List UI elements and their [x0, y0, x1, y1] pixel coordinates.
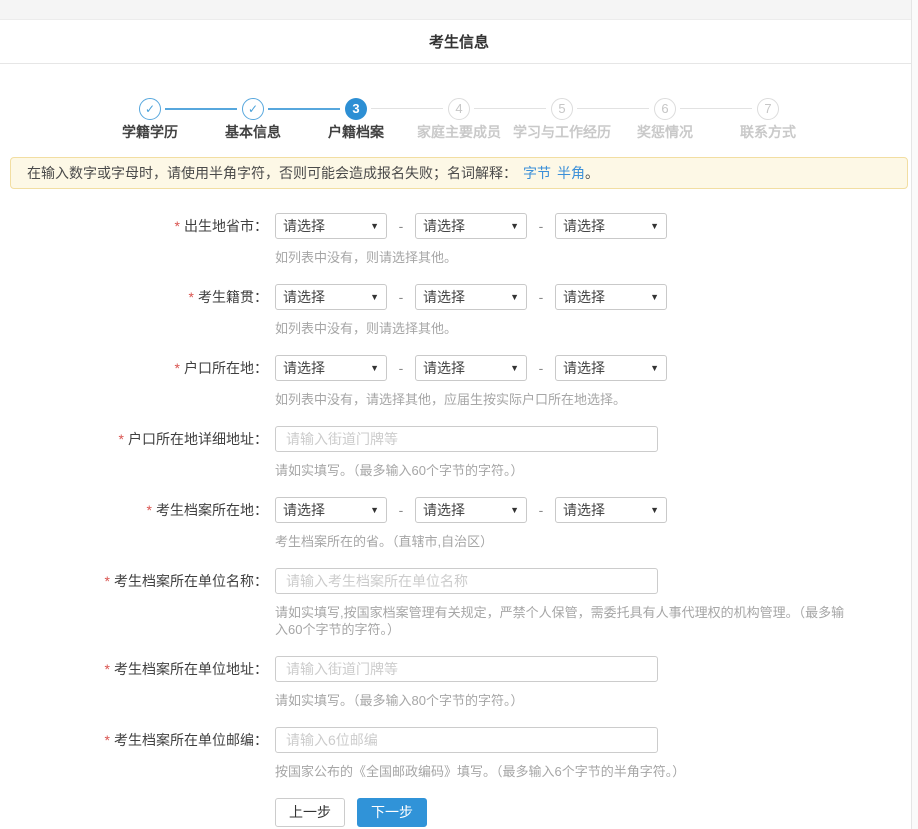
stepper-step-1: ✓ 学籍学历: [99, 98, 202, 141]
household-address-input[interactable]: [275, 426, 658, 452]
stepper-step-2: ✓ 基本信息: [165, 98, 305, 141]
native-place-select-2[interactable]: 请选择: [415, 284, 527, 310]
birthplace-select-2[interactable]: 请选择: [415, 213, 527, 239]
archive-location-select-3[interactable]: 请选择: [555, 497, 667, 523]
notice-banner: 在输入数字或字母时，请使用半角字符，否则可能会造成报名失败；名词解释： 字节 半角。: [10, 157, 908, 189]
field-label: * 户口所在地详细地址：: [118, 431, 268, 447]
household-archive-form: * 出生地省市： 请选择 ▼ - 请选择 ▼ - 请选择 ▼ 如列表中没有，则请选…: [0, 213, 918, 780]
step-label: 户籍档案: [328, 124, 384, 140]
select-separator: -: [398, 360, 404, 376]
next-step-button[interactable]: 下一步: [357, 798, 427, 827]
step-circle: 7: [757, 98, 779, 120]
select-separator: -: [398, 218, 404, 234]
prev-step-button[interactable]: 上一步: [275, 798, 345, 827]
household-location-select-3[interactable]: 请选择: [555, 355, 667, 381]
step-connector-line: [680, 108, 752, 109]
required-asterisk: *: [174, 360, 180, 376]
form-row-archive-location: * 考生档案所在地： 请选择 ▼ - 请选择 ▼ - 请选择 ▼ 考生档案所在的省…: [0, 497, 918, 550]
select-separator: -: [538, 502, 544, 518]
field-label: * 出生地省市：: [174, 218, 268, 234]
select-separator: -: [538, 218, 544, 234]
step-label: 奖惩情况: [637, 124, 693, 140]
form-row-household-location: * 户口所在地： 请选择 ▼ - 请选择 ▼ - 请选择 ▼ 如列表中没有，请选择…: [0, 355, 918, 408]
step-connector-line: [371, 108, 443, 109]
required-asterisk: *: [104, 573, 110, 589]
form-row-archive-unit-postcode: *考生档案所在单位邮编： 按国家公布的《全国邮政编码》填写。（最多输入6个字节的…: [0, 727, 918, 780]
step-circle: 6: [654, 98, 676, 120]
step-connector-line: [474, 108, 546, 109]
required-asterisk: *: [188, 289, 194, 305]
household-location-select-2[interactable]: 请选择: [415, 355, 527, 381]
step-label: 基本信息: [225, 124, 281, 140]
form-row-household-address: *户口所在地详细地址： 请如实填写。（最多输入60个字节的字符。）: [0, 426, 918, 479]
field-label: * 考生档案所在单位邮编：: [104, 732, 268, 748]
notice-suffix: 。: [585, 165, 599, 181]
step-connector-line: [577, 108, 649, 109]
stepper-step-4: 4 家庭主要成员: [371, 98, 511, 141]
step-label: 学籍学历: [122, 124, 178, 140]
step-label: 学习与工作经历: [513, 124, 611, 140]
form-row-archive-unit-address: *考生档案所在单位地址： 请如实填写。（最多输入80个字节的字符。）: [0, 656, 918, 709]
archive-unit-postcode-input[interactable]: [275, 727, 658, 753]
form-row-birthplace: * 出生地省市： 请选择 ▼ - 请选择 ▼ - 请选择 ▼ 如列表中没有，则请选…: [0, 213, 918, 266]
candidate-info-page: 考生信息 ✓ 学籍学历 ✓ 基本信息 3 户籍档案 4 家庭主要成员 5 学习与…: [0, 0, 918, 829]
household-location-select-1[interactable]: 请选择: [275, 355, 387, 381]
archive-unit-address-input[interactable]: [275, 656, 658, 682]
form-actions: 上一步 下一步: [275, 798, 918, 827]
archive-location-select-1[interactable]: 请选择: [275, 497, 387, 523]
field-help-text: 请如实填写,按国家档案管理有关规定，严禁个人保管，需委托具有人事代理权的机构管理…: [275, 605, 845, 637]
field-label: * 考生档案所在地：: [146, 502, 268, 518]
form-row-archive-unit-name: *考生档案所在单位名称： 请如实填写,按国家档案管理有关规定，严禁个人保管，需委…: [0, 568, 918, 638]
required-asterisk: *: [118, 431, 124, 447]
field-label: * 考生档案所在单位地址：: [104, 661, 268, 677]
form-row-native-place: * 考生籍贯： 请选择 ▼ - 请选择 ▼ - 请选择 ▼ 如列表中没有，则请选择…: [0, 284, 918, 337]
native-place-select-3[interactable]: 请选择: [555, 284, 667, 310]
field-label: * 户口所在地：: [174, 360, 268, 376]
select-separator: -: [538, 360, 544, 376]
field-label: * 考生籍贯：: [188, 289, 268, 305]
field-help-text: 如列表中没有，请选择其他，应届生按实际户口所在地选择。: [275, 392, 627, 407]
step-connector-line: [165, 108, 237, 110]
scrollbar-track[interactable]: [911, 0, 918, 829]
field-help-text: 如列表中没有，则请选择其他。: [275, 250, 458, 265]
step-circle: 4: [448, 98, 470, 120]
archive-unit-name-input[interactable]: [275, 568, 658, 594]
field-help-text: 请如实填写。（最多输入80个字节的字符。）: [275, 693, 524, 708]
field-help-text: 如列表中没有，则请选择其他。: [275, 321, 458, 336]
field-help-text: 请如实填写。（最多输入60个字节的字符。）: [275, 463, 524, 478]
step-check-icon: ✓: [139, 98, 161, 120]
byte-definition-link[interactable]: 字节: [523, 165, 551, 181]
birthplace-select-3[interactable]: 请选择: [555, 213, 667, 239]
archive-location-select-2[interactable]: 请选择: [415, 497, 527, 523]
notice-text: 在输入数字或字母时，请使用半角字符，否则可能会造成报名失败；名词解释：: [27, 165, 517, 181]
step-label: 家庭主要成员: [417, 124, 501, 140]
required-asterisk: *: [174, 218, 180, 234]
page-title: 考生信息: [428, 34, 489, 51]
stepper-step-3: 3 户籍档案: [268, 98, 408, 141]
step-check-icon: ✓: [242, 98, 264, 120]
title-bar: 考生信息: [0, 20, 918, 64]
stepper-step-6: 6 奖惩情况: [577, 98, 717, 141]
select-separator: -: [538, 289, 544, 305]
required-asterisk: *: [104, 732, 110, 748]
stepper-step-5: 5 学习与工作经历: [474, 98, 614, 141]
step-connector-line: [268, 108, 340, 110]
native-place-select-1[interactable]: 请选择: [275, 284, 387, 310]
required-asterisk: *: [146, 502, 152, 518]
top-strip: [0, 0, 918, 20]
halfwidth-definition-link[interactable]: 半角: [557, 165, 585, 181]
field-help-text: 按国家公布的《全国邮政编码》填写。（最多输入6个字节的半角字符。）: [275, 764, 686, 779]
field-label: * 考生档案所在单位名称：: [104, 573, 268, 589]
required-asterisk: *: [104, 661, 110, 677]
field-help-text: 考生档案所在的省。（直辖市,自治区）: [275, 534, 494, 549]
step-circle: 3: [345, 98, 367, 120]
birthplace-select-1[interactable]: 请选择: [275, 213, 387, 239]
step-indicator: ✓ 学籍学历 ✓ 基本信息 3 户籍档案 4 家庭主要成员 5 学习与工作经历 …: [0, 98, 918, 141]
select-separator: -: [398, 502, 404, 518]
step-circle: 5: [551, 98, 573, 120]
step-label: 联系方式: [740, 124, 796, 140]
select-separator: -: [398, 289, 404, 305]
stepper-step-7: 7 联系方式: [680, 98, 820, 141]
